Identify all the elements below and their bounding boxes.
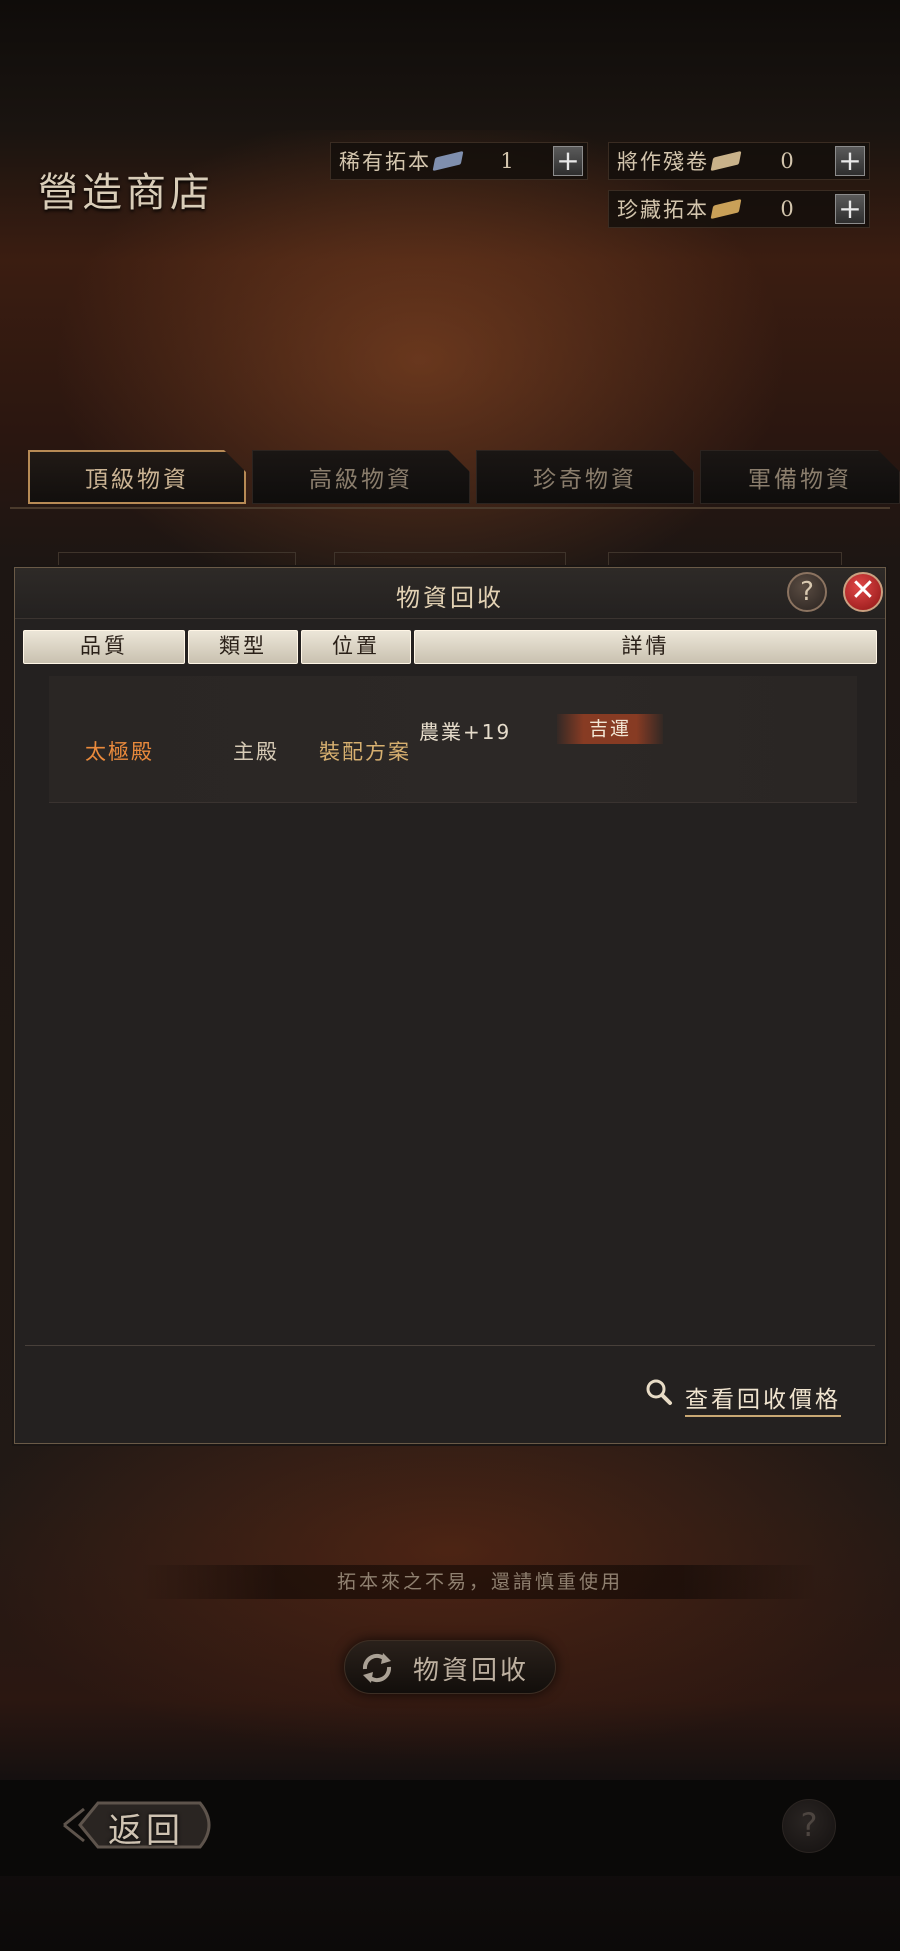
bottom-help-button[interactable]: ? bbox=[782, 1799, 836, 1853]
tab-divider bbox=[10, 507, 890, 509]
dialog-title: 物資回收 bbox=[396, 584, 504, 612]
quality-cell: 太極殿 bbox=[85, 740, 154, 764]
check-recycle-price-link[interactable]: 查看回收價格 bbox=[685, 1380, 841, 1417]
column-header-type[interactable]: 類型 bbox=[188, 630, 298, 664]
currency-label: 稀有拓本 bbox=[339, 150, 431, 174]
column-header-detail[interactable]: 詳情 bbox=[414, 630, 877, 664]
hint-text: 拓本來之不易，還請慎重使用 bbox=[140, 1565, 820, 1599]
tab-top-supplies[interactable]: 頂級物資 bbox=[28, 450, 246, 504]
position-cell: 裝配方案 bbox=[319, 740, 411, 764]
currency-value: 1 bbox=[500, 149, 514, 173]
tab-advanced-supplies[interactable]: 高級物資 bbox=[252, 450, 470, 504]
recycle-button[interactable]: 物資回收 bbox=[344, 1640, 556, 1694]
currency-label: 將作殘卷 bbox=[617, 150, 709, 174]
back-button-label: 返回 bbox=[108, 1811, 184, 1851]
currency-value: 0 bbox=[780, 197, 794, 221]
tab-rare-supplies[interactable]: 珍奇物資 bbox=[476, 450, 694, 504]
dialog-footer-divider bbox=[25, 1345, 875, 1346]
book-icon bbox=[710, 198, 742, 220]
currency-treasured-rubbing: 珍藏拓本 0 + bbox=[608, 190, 870, 228]
help-button[interactable]: ? bbox=[787, 572, 827, 612]
detail-cell: 農業+19 bbox=[419, 720, 512, 744]
table-row[interactable]: 太極殿 主殿 裝配方案 農業+19 吉運 bbox=[49, 676, 857, 803]
add-currency-button[interactable]: + bbox=[835, 194, 865, 224]
search-icon[interactable] bbox=[645, 1378, 673, 1406]
close-button[interactable]: ✕ bbox=[843, 572, 883, 612]
currency-rare-rubbing: 稀有拓本 1 + bbox=[330, 142, 588, 180]
type-cell: 主殿 bbox=[233, 740, 279, 764]
page-title: 營造商店 bbox=[38, 170, 214, 216]
book-icon bbox=[432, 150, 464, 172]
column-header-quality[interactable]: 品質 bbox=[23, 630, 185, 664]
category-tabs: 頂級物資 高級物資 珍奇物資 軍備物資 bbox=[28, 450, 900, 506]
status-area bbox=[0, 0, 900, 130]
currency-label: 珍藏拓本 bbox=[617, 198, 709, 222]
add-currency-button[interactable]: + bbox=[835, 146, 865, 176]
recycle-dialog: 物資回收 ? ✕ 品質 類型 位置 詳情 太極殿 主殿 裝配方案 農業+19 吉… bbox=[14, 567, 886, 1444]
recycle-icon bbox=[362, 1653, 392, 1683]
tab-military-supplies[interactable]: 軍備物資 bbox=[700, 450, 900, 504]
currency-artisan-scroll: 將作殘卷 0 + bbox=[608, 142, 870, 180]
luck-tag: 吉運 bbox=[557, 714, 663, 744]
column-header-position[interactable]: 位置 bbox=[301, 630, 411, 664]
add-currency-button[interactable]: + bbox=[553, 146, 583, 176]
recycle-button-label: 物資回收 bbox=[413, 1656, 530, 1686]
dialog-header: 物資回收 ? ✕ bbox=[15, 568, 885, 619]
currency-value: 0 bbox=[780, 149, 794, 173]
back-button[interactable]: 返回 bbox=[60, 1795, 226, 1855]
scroll-icon bbox=[710, 150, 742, 172]
